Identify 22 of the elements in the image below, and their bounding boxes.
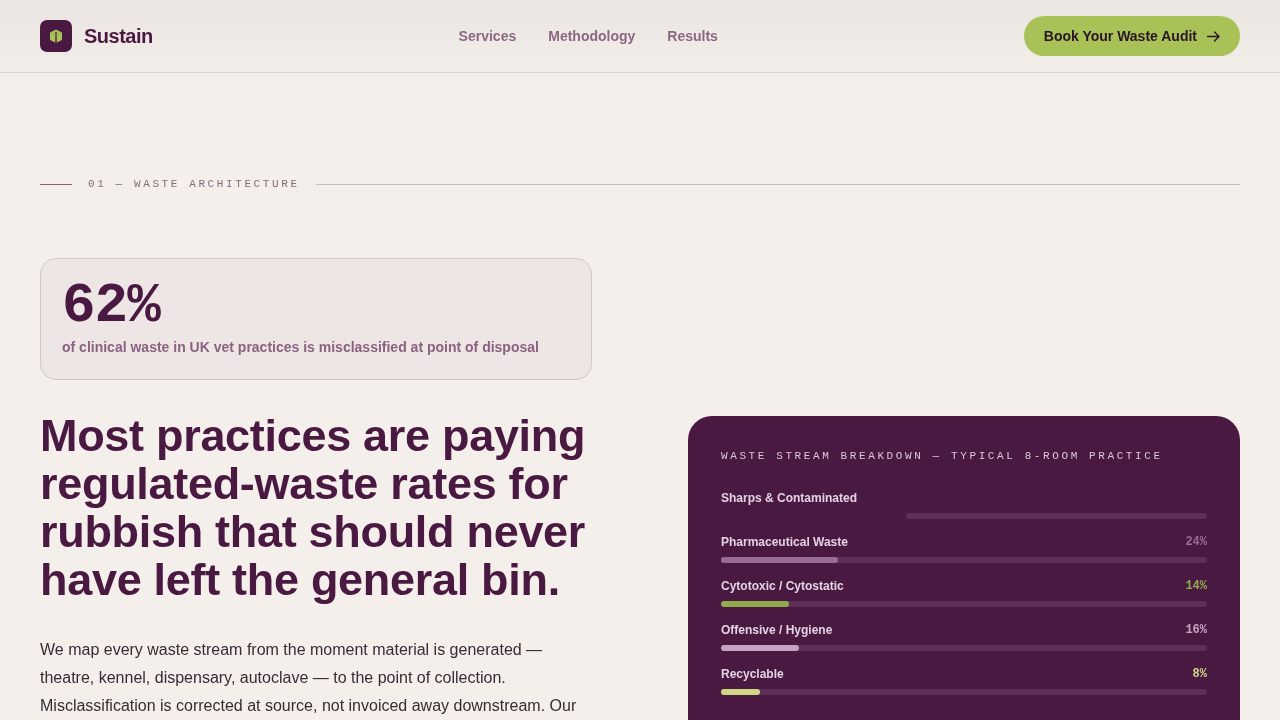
stream-label: Cytotoxic / Cytostatic: [721, 579, 844, 593]
stream-percentage: 24%: [1185, 535, 1207, 549]
cube-icon: [40, 20, 72, 52]
stream-label: Sharps & Contaminated: [721, 491, 858, 505]
book-audit-button[interactable]: Book Your Waste Audit: [1023, 16, 1240, 56]
nav-link[interactable]: Methodology: [548, 28, 636, 44]
brand-name: Sustain: [84, 24, 153, 48]
stream-percentage: 8%: [1192, 667, 1207, 681]
stream-percentage: 14%: [1185, 579, 1207, 593]
nav-link[interactable]: Results: [667, 28, 718, 44]
stream-label: Recyclable: [721, 667, 784, 681]
section-label: 01 — WASTE ARCHITECTURE: [88, 178, 300, 190]
card-title: WASTE STREAM BREAKDOWN — TYPICAL 8-ROOM PRACTICE: [721, 449, 1163, 463]
headline: Most practices are paying regulated-waste rates for rubbish that should never have left the general bin.: [40, 412, 587, 604]
stat-value: 62%: [62, 276, 160, 336]
body-text: We map every waste stream from the moment material is generated — theatre, kennel, dispensary, autoclave — to the point of collection. Misclassification is corrected at source, not invoiced away downstream. Our: [40, 640, 578, 716]
nav-link[interactable]: Services: [458, 28, 517, 44]
stream-label: Pharmaceutical Waste: [721, 535, 848, 549]
arrow-right-icon: [1207, 30, 1220, 42]
stat-caption: of clinical waste in UK vet practices is misclassified at point of disposal: [62, 339, 539, 355]
stream-percentage: 16%: [1185, 623, 1207, 637]
stream-label: Offensive / Hygiene: [721, 623, 833, 637]
